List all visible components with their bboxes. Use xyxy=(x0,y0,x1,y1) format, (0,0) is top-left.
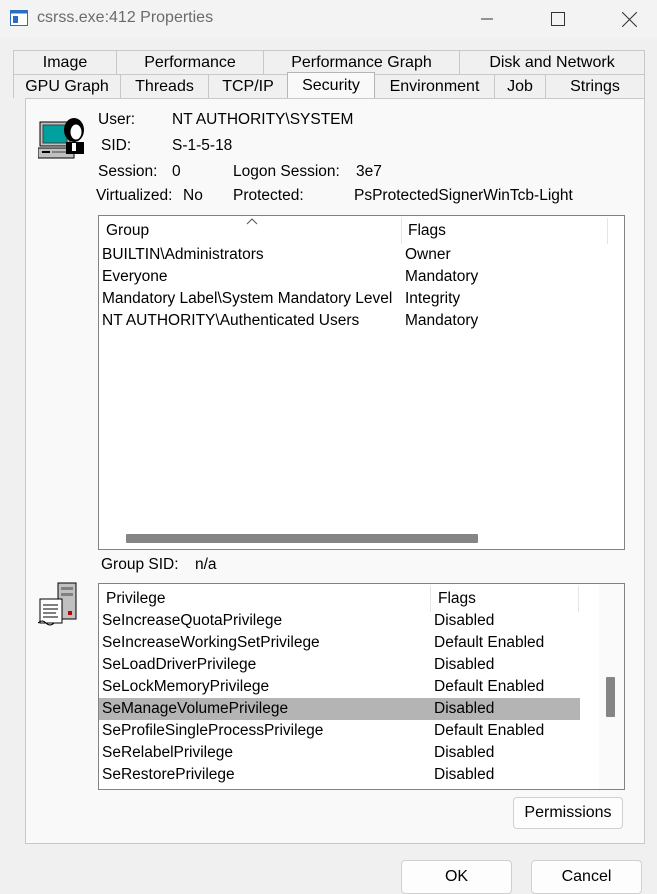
privilege-flags: Default Enabled xyxy=(434,678,545,695)
privilege-flags: Disabled xyxy=(434,744,495,761)
privileges-list[interactable]: Privilege Flags SeIncreaseQuotaPrivilege… xyxy=(98,583,625,790)
table-row[interactable]: SeLockMemoryPrivilege Default Enabled xyxy=(99,676,580,698)
sid-value: S-1-5-18 xyxy=(172,137,233,154)
cancel-button[interactable]: Cancel xyxy=(531,860,642,894)
table-row[interactable]: NT AUTHORITY\Authenticated Users Mandator… xyxy=(99,310,624,332)
table-row[interactable]: SeLoadDriverPrivilege Disabled xyxy=(99,654,580,676)
privileges-vertical-scrollbar[interactable] xyxy=(599,584,624,789)
table-row[interactable]: SeIncreaseWorkingSetPrivilege Default Ena… xyxy=(99,632,580,654)
tab-security[interactable]: Security xyxy=(287,72,375,98)
tab-performance[interactable]: Performance xyxy=(116,50,264,74)
group-column-header[interactable]: Group xyxy=(106,222,149,240)
group-sid-value: n/a xyxy=(195,556,217,573)
group-name: BUILTIN\Administrators xyxy=(102,246,264,263)
virtualized-label: Virtualized: xyxy=(96,187,173,204)
table-row[interactable]: SeRestorePrivilege Disabled xyxy=(99,764,580,786)
group-name: Everyone xyxy=(102,268,168,285)
protected-value: PsProtectedSignerWinTcb-Light xyxy=(354,187,573,204)
title-bar[interactable]: csrss.exe:412 Properties xyxy=(0,0,657,38)
group-sid-label: Group SID: xyxy=(101,556,179,573)
logon-session-value: 3e7 xyxy=(356,163,382,180)
privilege-flags: Default Enabled xyxy=(434,722,545,739)
maximize-icon xyxy=(551,12,565,26)
permissions-button[interactable]: Permissions xyxy=(513,797,623,829)
privilege-flags-column-header[interactable]: Flags xyxy=(438,590,476,608)
group-flags: Integrity xyxy=(405,290,461,307)
privilege-name: SeManageVolumePrivilege xyxy=(102,700,289,717)
logon-session-label: Logon Session: xyxy=(233,163,340,180)
virtualized-value: No xyxy=(183,187,203,204)
privilege-name: SeProfileSingleProcessPrivilege xyxy=(102,722,324,739)
groups-list[interactable]: Group Flags BUILTIN\Administrators Owner E… xyxy=(98,215,625,550)
table-row[interactable]: Everyone Mandatory xyxy=(99,266,624,288)
sort-ascending-icon xyxy=(246,218,258,225)
privilege-name: SeRestorePrivilege xyxy=(102,766,235,783)
user-computer-icon xyxy=(38,118,84,159)
privilege-name: SeIncreaseQuotaPrivilege xyxy=(102,612,283,629)
session-value: 0 xyxy=(172,163,181,180)
tab-job[interactable]: Job xyxy=(494,74,546,98)
privilege-flags: Disabled xyxy=(434,766,495,783)
group-flags: Mandatory xyxy=(405,312,479,329)
tab-image[interactable]: Image xyxy=(13,50,117,74)
privilege-name: SeLockMemoryPrivilege xyxy=(102,678,270,695)
close-button[interactable] xyxy=(606,0,652,38)
tab-disk-and-network[interactable]: Disk and Network xyxy=(459,50,645,74)
minimize-icon xyxy=(481,18,493,20)
group-name: NT AUTHORITY\Authenticated Users xyxy=(102,312,360,329)
scroll-thumb[interactable] xyxy=(606,677,615,717)
session-label: Session: xyxy=(98,163,158,180)
privilege-document-icon xyxy=(38,582,77,626)
maximize-button[interactable] xyxy=(535,0,581,38)
close-icon xyxy=(621,11,637,27)
tab-tcpip[interactable]: TCP/IP xyxy=(208,74,288,98)
tab-strings[interactable]: Strings xyxy=(545,74,645,98)
tab-threads[interactable]: Threads xyxy=(120,74,209,98)
window-title: csrss.exe:412 Properties xyxy=(37,9,214,26)
privilege-name: SeRelabelPrivilege xyxy=(102,744,233,761)
privilege-flags: Disabled xyxy=(434,656,495,673)
groups-horizontal-scrollbar[interactable] xyxy=(99,529,624,549)
privilege-flags: Disabled xyxy=(434,612,495,629)
scroll-thumb[interactable] xyxy=(126,534,478,543)
minimize-button[interactable] xyxy=(464,0,510,38)
tab-environment[interactable]: Environment xyxy=(374,74,495,98)
table-row[interactable]: Mandatory Label\System Mandatory Level In… xyxy=(99,288,624,310)
tab-gpu-graph[interactable]: GPU Graph xyxy=(13,74,121,98)
group-flags: Mandatory xyxy=(405,268,479,285)
user-value: NT AUTHORITY\SYSTEM xyxy=(172,111,354,128)
group-flags: Owner xyxy=(405,246,451,263)
privilege-flags: Default Enabled xyxy=(434,634,545,651)
ok-button[interactable]: OK xyxy=(401,860,512,894)
table-row[interactable]: SeManageVolumePrivilege Disabled xyxy=(99,698,580,720)
table-row[interactable]: SeRelabelPrivilege Disabled xyxy=(99,742,580,764)
privilege-flags: Disabled xyxy=(434,700,495,717)
table-row[interactable]: BUILTIN\Administrators Owner xyxy=(99,244,624,266)
flags-column-header[interactable]: Flags xyxy=(408,222,446,240)
sid-label: SID: xyxy=(101,137,132,154)
privilege-name: SeLoadDriverPrivilege xyxy=(102,656,257,673)
table-row[interactable]: SeIncreaseQuotaPrivilege Disabled xyxy=(99,610,580,632)
table-row[interactable]: SeProfileSingleProcessPrivilege Default E… xyxy=(99,720,580,742)
protected-label: Protected: xyxy=(233,187,304,204)
tab-performance-graph[interactable]: Performance Graph xyxy=(263,50,460,74)
privilege-column-header[interactable]: Privilege xyxy=(106,590,165,608)
user-label: User: xyxy=(98,111,136,128)
privilege-name: SeIncreaseWorkingSetPrivilege xyxy=(102,634,320,651)
group-name: Mandatory Label\System Mandatory Level xyxy=(102,290,393,307)
app-window-icon xyxy=(10,10,28,26)
